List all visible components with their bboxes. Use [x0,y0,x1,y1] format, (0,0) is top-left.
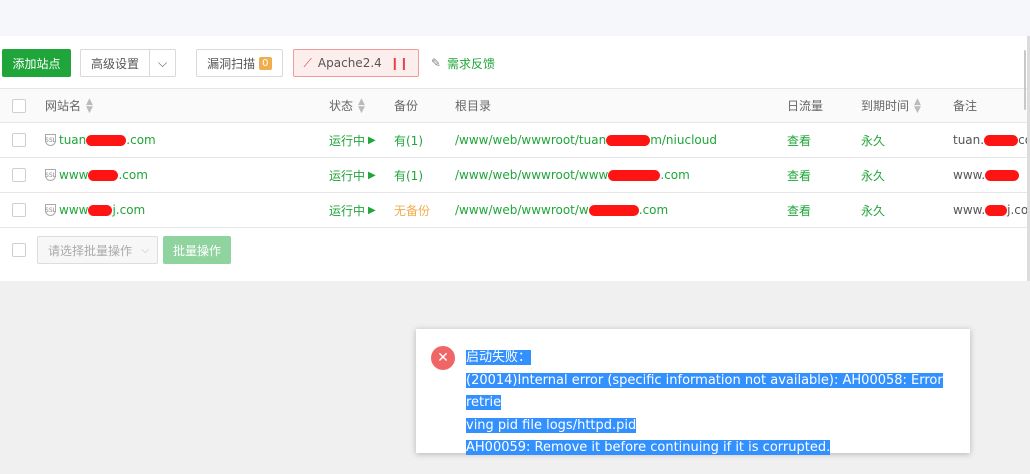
note-text[interactable]: tuan.co [953,123,1030,157]
error-title: 启动失败： [466,350,532,365]
feedback-label: 需求反馈 [446,56,495,71]
expire-link[interactable]: 永久 [861,193,885,227]
table-row: SSL www j.com 运行中 ▶ 无备份 /www/web/wwwroot/w… [0,193,1030,228]
play-icon: ▶ [368,169,376,181]
header-backup: 备份 [394,99,419,113]
status-running[interactable]: 运行中 ▶ [329,193,376,227]
note-text[interactable]: www. j.co [953,193,1028,227]
header-root: 根目录 [455,99,492,113]
backup-link[interactable]: 有(1) [394,123,423,157]
note-text[interactable]: www. [953,158,1020,192]
error-line: AH00059: Remove it before continuing if … [466,440,831,455]
vuln-count-badge: 0 [259,56,272,70]
chevron-down-icon: ⌵ [141,244,149,256]
advanced-settings-dropdown[interactable]: ⌵ [150,49,177,77]
root-dir-link[interactable]: /www/web/wwwroot/www .com [455,158,690,192]
site-name-link[interactable]: SSL tuan .com [45,123,156,157]
row-checkbox[interactable] [12,203,26,217]
sort-icon[interactable]: ▲ ▼ [86,97,93,114]
error-line: (20014)Internal error (specific informat… [466,372,943,410]
expire-link[interactable]: 永久 [861,158,885,192]
vuln-scan-button[interactable]: 漏洞扫描 0 [196,49,283,77]
backup-link[interactable]: 无备份 [394,193,430,227]
play-icon: ▶ [368,204,376,216]
row-checkbox[interactable] [12,168,26,182]
error-close-icon: ✕ [431,346,455,370]
status-running[interactable]: 运行中 ▶ [329,123,376,157]
apache-service-button[interactable]: ⟋ Apache2.4 ❙❙ [292,49,419,77]
table-row: SSL www .com 运行中 ▶ 有(1) /www/web/wwwroot/w… [0,158,1030,193]
vuln-scan-label: 漏洞扫描 [207,56,256,71]
toolbar: 添加站点 高级设置 ⌵ 漏洞扫描 0 ⟋ Apache2.4 ❙❙ ✎ 需求反馈 [0,49,495,77]
backup-link[interactable]: 有(1) [394,158,423,192]
batch-operations: 请选择批量操作 ⌵ 批量操作 [0,236,400,264]
advanced-settings-button[interactable]: 高级设置 [80,49,151,77]
batch-operation-button[interactable]: 批量操作 [163,236,231,264]
shield-icon: SSL [45,204,56,216]
root-dir-link[interactable]: /www/web/wwwroot/w .com [455,193,668,227]
batch-operation-select[interactable]: 请选择批量操作 ⌵ [37,236,158,264]
header-expire[interactable]: 到期时间 ▲ ▼ [861,89,921,122]
root-dir-link[interactable]: /www/web/wwwroot/tuan m/niucloud [455,123,717,157]
batch-select-checkbox[interactable] [12,243,26,257]
sites-table: 网站名 ▲ ▼ 状态 ▲ ▼ 备份 根目录 日流量 到期时间 ▲ ▼ 备注 SSL tuan… [0,88,1030,228]
feedback-link[interactable]: ✎ 需求反馈 [431,55,495,72]
top-bar [0,0,1030,36]
traffic-view-link[interactable]: 查看 [787,123,811,157]
play-icon: ▶ [368,134,376,146]
feather-icon: ⟋ [303,55,312,70]
table-header: 网站名 ▲ ▼ 状态 ▲ ▼ 备份 根目录 日流量 到期时间 ▲ ▼ 备注 [0,88,1030,123]
header-status[interactable]: 状态 ▲ ▼ [329,89,365,122]
pause-icon[interactable]: ❙❙ [390,56,409,70]
shield-icon: SSL [45,169,56,181]
apache-label: Apache2.4 [317,56,382,70]
site-name-link[interactable]: SSL www .com [45,158,148,192]
scrollbar[interactable] [1024,50,1026,110]
traffic-view-link[interactable]: 查看 [787,158,811,192]
error-message: 启动失败： (20014)Internal error (specific in… [466,347,966,460]
site-name-link[interactable]: SSL www j.com [45,193,145,227]
sort-icon[interactable]: ▲ ▼ [358,97,365,114]
chevron-down-icon: ⌵ [158,55,168,70]
expire-link[interactable]: 永久 [861,123,885,157]
header-note: 备注 [953,99,978,113]
add-site-button[interactable]: 添加站点 [2,49,71,77]
table-row: SSL tuan .com 运行中 ▶ 有(1) /www/web/wwwroot/… [0,123,1030,158]
edit-icon: ✎ [430,56,441,70]
error-toast: ✕ 启动失败： (20014)Internal error (specific … [416,329,970,455]
shield-icon: SSL [45,134,56,146]
row-checkbox[interactable] [12,133,26,147]
traffic-view-link[interactable]: 查看 [787,193,811,227]
error-line: ving pid file logs/httpd.pid [466,417,637,433]
status-running[interactable]: 运行中 ▶ [329,158,376,192]
site-panel: 添加站点 高级设置 ⌵ 漏洞扫描 0 ⟋ Apache2.4 ❙❙ ✎ 需求反馈… [0,36,1030,281]
sort-icon[interactable]: ▲ ▼ [914,97,921,114]
select-all-checkbox[interactable] [12,99,26,113]
header-name[interactable]: 网站名 ▲ ▼ [45,89,93,122]
advanced-settings-group: 高级设置 ⌵ [80,49,177,77]
header-traffic: 日流量 [787,99,824,113]
